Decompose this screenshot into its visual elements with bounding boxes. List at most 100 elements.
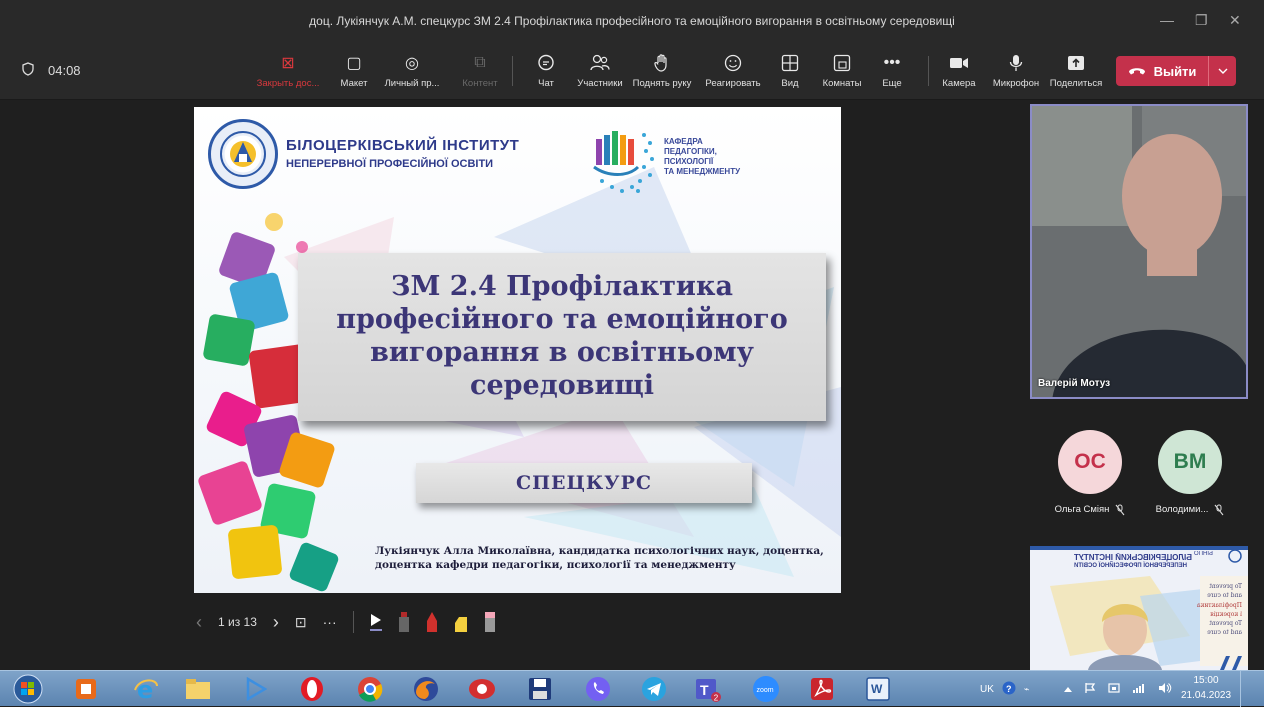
chat-button[interactable]: Чат	[516, 52, 576, 89]
help-icon[interactable]: ?	[1002, 681, 1016, 698]
zoom-app-icon[interactable]: zoom	[744, 674, 788, 704]
controls-divider	[352, 611, 354, 633]
private-view-icon: ◎	[405, 55, 419, 72]
react-icon	[722, 52, 744, 74]
word-app-icon[interactable]: W	[856, 674, 900, 704]
start-button[interactable]	[6, 674, 50, 704]
pdf-reader-icon[interactable]	[800, 674, 844, 704]
next-slide-button[interactable]: ›	[273, 612, 279, 633]
highlighter-tool-icon[interactable]	[454, 611, 468, 633]
slide-subtitle: СПЕЦКУРС	[515, 472, 653, 494]
show-desktop-button[interactable]	[1240, 671, 1264, 707]
internet-explorer-icon[interactable]: e	[124, 674, 168, 704]
show-hidden-icons-icon[interactable]	[1064, 684, 1072, 695]
participant-tile[interactable]: ОС Ольга Сміян	[1040, 430, 1140, 519]
slide-subtitle-box: СПЕЦКУРС	[416, 463, 752, 503]
action-center-flag-icon[interactable]	[1084, 682, 1096, 697]
department-name-line: ПЕДАГОГІКИ,	[664, 147, 717, 156]
red-pen-tool-icon[interactable]	[426, 611, 438, 633]
timer-text: 04:08	[48, 63, 81, 78]
institute-logo-block: БІЛОЦЕРКІВСЬКИЙ ІНСТИТУТ НЕПЕРЕРВНОЇ ПРО…	[208, 119, 519, 189]
slide-controls: ‹ 1 из 13 › ⊡ ···	[196, 607, 496, 637]
thumbnail-note: Профілактика	[1196, 601, 1242, 609]
chat-icon	[535, 52, 557, 74]
telegram-app-icon[interactable]	[632, 674, 676, 704]
language-indicator[interactable]: UK	[980, 684, 994, 695]
volume-icon[interactable]	[1158, 682, 1172, 697]
institute-name: БІЛОЦЕРКІВСЬКИЙ ІНСТИТУТ	[286, 137, 520, 155]
more-button[interactable]: ••• Еще	[862, 52, 922, 89]
react-button[interactable]: Реагировать	[703, 52, 763, 89]
recorder-app-icon[interactable]	[460, 674, 504, 704]
media-play-icon[interactable]	[234, 674, 278, 704]
opera-browser-icon[interactable]	[290, 674, 334, 704]
content-button[interactable]: ⧉ Контент	[450, 52, 510, 89]
department-emblem-icon	[592, 121, 656, 199]
content-icon: ⧉	[474, 54, 486, 71]
slide-author: Лукіянчук Алла Миколаївна, кандидатка пс…	[375, 545, 824, 572]
teams-app-icon[interactable]: T2	[686, 674, 730, 704]
layout-button[interactable]: ▢ Макет	[324, 52, 384, 89]
participant-video-tile[interactable]: Валерій Мотуз	[1030, 104, 1248, 399]
share-label: Поделиться	[1049, 78, 1103, 89]
thumbnail-note: To prevent	[1209, 583, 1242, 590]
pen-input-icon[interactable]: ⌁	[1024, 684, 1029, 695]
network-adapter-icon[interactable]	[1108, 682, 1120, 697]
stop-sharing-button[interactable]: ⊠ Закрыть дос...	[257, 52, 320, 89]
eraser-tool-icon[interactable]	[398, 611, 410, 633]
view-button[interactable]: Вид	[760, 52, 820, 89]
minimize-button[interactable]: —	[1160, 12, 1174, 28]
maximize-button[interactable]: ❐	[1195, 12, 1208, 29]
share-button[interactable]: Поделиться	[1046, 52, 1106, 89]
participants-button[interactable]: Участники	[570, 52, 630, 89]
self-view-thumbnail[interactable]: БІЛОЦЕРКІВСЬКИЙ ІНСТИТУТ НЕПЕРЕРВНОЇ ПРО…	[1030, 546, 1248, 670]
shield-icon	[22, 62, 34, 79]
participant-tile[interactable]: ВМ Володими...	[1140, 430, 1240, 519]
chrome-browser-icon[interactable]	[348, 674, 392, 704]
view-icon	[779, 52, 801, 74]
signal-strength-icon[interactable]	[1132, 682, 1146, 697]
viber-app-icon[interactable]	[576, 674, 620, 704]
svg-text:zoom: zoom	[757, 687, 774, 694]
institute-subname: НЕПЕРЕРВНОЇ ПРОФЕСІЙНОЇ ОСВІТИ	[286, 157, 494, 170]
system-tray: UK ? ⌁	[980, 671, 1029, 707]
slide-title-box: ЗМ 2.4 Профілактика професійного та емоц…	[298, 253, 826, 421]
thumbnail-logo-text: БІНПО	[1194, 551, 1213, 557]
slide-grid-icon[interactable]: ⊡	[295, 614, 307, 631]
media-player-icon[interactable]	[64, 674, 108, 704]
clock[interactable]: 15:00 21.04.2023	[1180, 674, 1232, 703]
file-explorer-icon[interactable]	[176, 674, 220, 704]
thumbnail-note: and to cure	[1207, 592, 1242, 600]
pointer-tool-icon[interactable]	[369, 613, 382, 631]
eraser-pink-tool-icon[interactable]	[484, 611, 496, 633]
thumbnail-note: and to cure	[1207, 629, 1242, 637]
microphone-button[interactable]: Микрофон	[986, 52, 1046, 89]
content-label: Контент	[462, 78, 498, 89]
camera-button[interactable]: Камера	[929, 52, 989, 89]
department-name-line: КАФЕДРА	[664, 137, 703, 146]
leave-button[interactable]: Выйти	[1116, 64, 1208, 79]
previous-slide-button[interactable]: ‹	[196, 612, 202, 633]
thumbnail-institute-subname: НЕПЕРЕРВНОЇ ПРОФЕСІЙНОЇ ОСВІТИ	[1074, 562, 1187, 569]
more-label: Еще	[882, 78, 902, 89]
leave-options-chevron-icon[interactable]	[1208, 56, 1236, 86]
participant-name: Ольга Сміян	[1054, 504, 1110, 515]
title-bar: доц. Лукіянчук А.М. спецкурс ЗМ 2.4 Проф…	[0, 0, 1264, 44]
rooms-label: Комнаты	[822, 78, 862, 89]
institute-emblem-icon	[208, 119, 278, 189]
save-disk-app-icon[interactable]	[518, 674, 562, 704]
windows-taskbar: e T2 zoom W UK ? ⌁ 15:00 21.04.2023	[0, 670, 1264, 707]
slide-more-button[interactable]: ···	[323, 614, 337, 630]
private-view-button[interactable]: ◎ Личный пр...	[382, 52, 442, 89]
participant-name: Володими...	[1155, 504, 1209, 515]
close-window-button[interactable]: ✕	[1229, 12, 1241, 29]
microphone-label: Микрофон	[992, 78, 1040, 89]
layout-icon: ▢	[346, 55, 362, 72]
raise-hand-button[interactable]: Поднять руку	[632, 52, 692, 89]
chat-label: Чат	[538, 78, 554, 89]
phone-hangup-icon	[1128, 64, 1146, 79]
firefox-browser-icon[interactable]	[404, 674, 448, 704]
mirrored-notes: To prevent and to cure Профілактика і ко…	[1182, 582, 1242, 638]
meeting-toolbar: 04:08 ⊠ Закрыть дос... ▢ Макет ◎ Личный …	[0, 44, 1264, 100]
raise-hand-label: Поднять руку	[632, 78, 692, 89]
